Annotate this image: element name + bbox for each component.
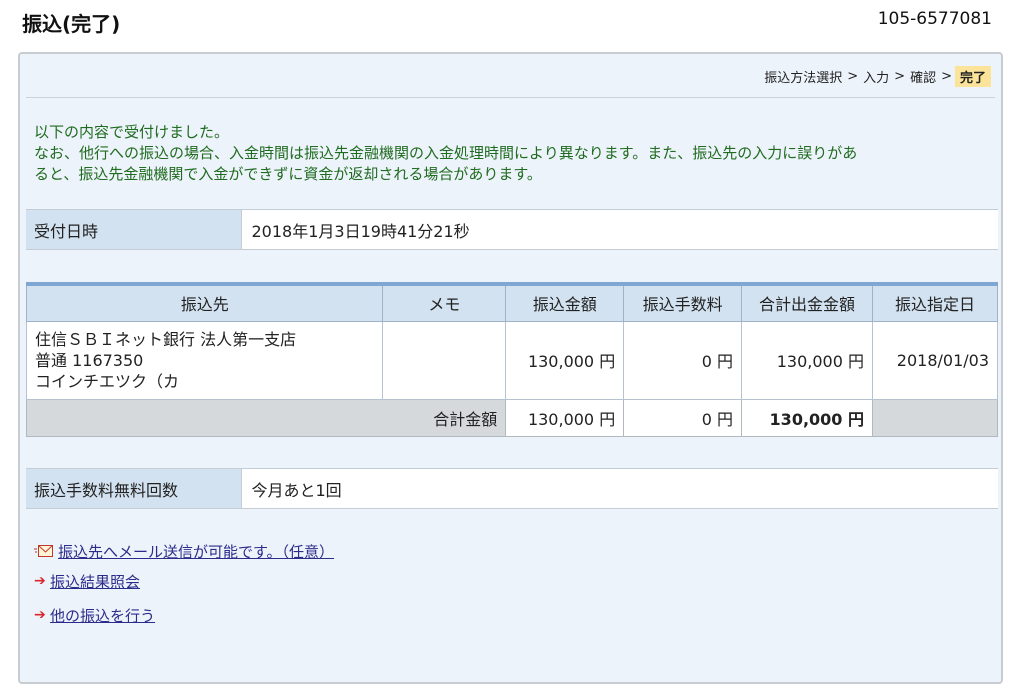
memo-cell [382,320,507,400]
step-separator: > [941,69,952,84]
divider [26,97,995,98]
transfer-table: 振込先 メモ 振込金額 振込手数料 合計出金金額 振込指定日 住信ＳＢＩネット銀… [25,282,998,437]
totals-row: 合計金額 130,000 円 0 円 130,000 円 [25,398,998,437]
message-line: なお、他行への振込の場合、入金時間は振込先金融機関の入金処理時間により異なります… [34,144,858,162]
step-breadcrumb: 振込方法選択 > 入力 > 確認 > 完了 [762,66,991,87]
col-header-total: 合計出金金額 [741,283,873,322]
free-fee-table: 振込手数料無料回数 今月あと1回 [26,468,998,509]
totals-fee: 0 円 [623,398,743,437]
amount-cell: 130,000 円 [505,320,625,400]
col-header-amount: 振込金額 [505,283,625,322]
transfer-result-link[interactable]: 振込結果照会 [50,571,140,592]
mail-link-row: 振込先へメール送信が可能です。（任意） [34,540,334,562]
step-complete-current: 完了 [954,66,991,87]
page-title: 振込(完了) [22,12,121,36]
step-separator: > [847,69,859,84]
totals-total: 130,000 円 [741,398,873,437]
destination-bank: 住信ＳＢＩネット銀行 法人第一支店 [35,329,297,349]
top-bar: 振込(完了) 105-6577081 [0,0,1024,48]
arrow-right-icon: ➔ [34,573,46,589]
arrow-right-icon: ➔ [34,607,46,623]
message-line: 以下の内容で受付けました。 [34,123,230,141]
content-panel: 振込方法選択 > 入力 > 確認 > 完了 以下の内容で受付けました。 なお、他… [18,52,1003,684]
another-link-row: ➔ 他の振込を行う [34,604,334,626]
col-header-destination: 振込先 [25,283,384,322]
table-header-row: 振込先 メモ 振込金額 振込手数料 合計出金金額 振込指定日 [25,283,998,322]
step-input: 入力 [863,71,890,86]
mail-icon [34,544,58,558]
col-header-date: 振込指定日 [872,283,998,322]
free-fee-label: 振込手数料無料回数 [26,468,241,509]
table-row: 住信ＳＢＩネット銀行 法人第一支店 普通 1167350 コインチエツク（カ 1… [25,320,998,400]
destination-name: コインチエツク（カ [35,371,180,391]
totals-label: 合計金額 [25,398,507,437]
col-header-fee: 振込手数料 [623,283,743,322]
col-header-memo: メモ [382,283,507,322]
completion-message: 以下の内容で受付けました。 なお、他行への振込の場合、入金時間は振込先金融機関の… [34,122,994,185]
another-transfer-link[interactable]: 他の振込を行う [50,605,155,626]
destination-cell: 住信ＳＢＩネット銀行 法人第一支店 普通 1167350 コインチエツク（カ [25,320,384,400]
receipt-time-table: 受付日時 2018年1月3日19時41分21秒 [26,209,998,250]
destination-account: 普通 1167350 [35,350,144,370]
step-method-select: 振込方法選択 [764,71,843,86]
step-confirm: 確認 [910,71,937,86]
step-separator: > [894,69,906,84]
result-link-row: ➔ 振込結果照会 [34,570,334,592]
account-number: 105-6577081 [877,9,992,29]
total-cell: 130,000 円 [741,320,873,400]
mail-send-link[interactable]: 振込先へメール送信が可能です。（任意） [58,541,334,562]
fee-cell: 0 円 [623,320,743,400]
action-links: 振込先へメール送信が可能です。（任意） ➔ 振込結果照会 ➔ 他の振込を行う [34,540,334,634]
totals-empty [872,398,998,437]
date-cell: 2018/01/03 [872,320,998,400]
message-line: ると、振込先金融機関で入金ができずに資金が返却される場合があります。 [34,165,542,183]
receipt-time-value: 2018年1月3日19時41分21秒 [240,209,998,250]
free-fee-value: 今月あと1回 [240,468,998,509]
totals-amount: 130,000 円 [505,398,625,437]
receipt-time-label: 受付日時 [26,209,241,250]
